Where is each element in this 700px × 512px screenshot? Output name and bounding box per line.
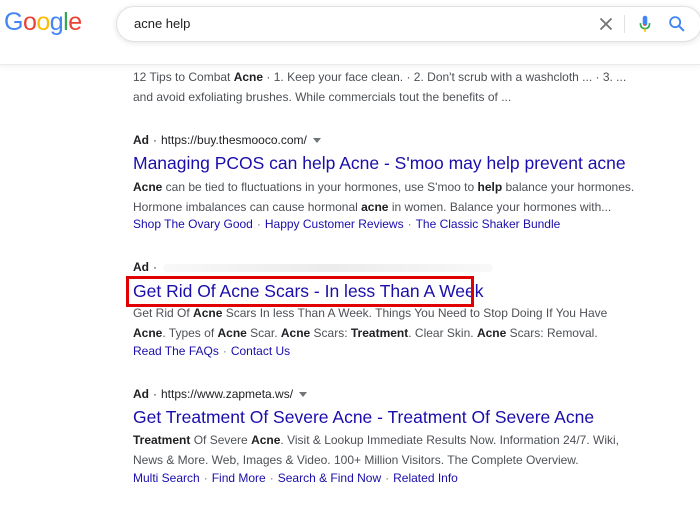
ad-url-line: Ad · https://buy.thesmooco.com/ bbox=[133, 132, 321, 148]
separator-dot: · bbox=[256, 217, 261, 231]
snippet-line: 12 Tips to Combat Acne · 1. Keep your fa… bbox=[133, 67, 693, 87]
ad-label: Ad bbox=[133, 133, 149, 147]
search-icon[interactable] bbox=[666, 13, 688, 35]
desc-text: Of Severe bbox=[190, 433, 252, 447]
desc-text: Scars: Removal. bbox=[506, 326, 598, 340]
desc-text: in women. Balance your hormones with... bbox=[388, 200, 612, 214]
logo-letter: g bbox=[49, 8, 64, 36]
separator-dot: · bbox=[269, 471, 274, 485]
sitelink[interactable]: Multi Search bbox=[133, 471, 200, 485]
desc-text: Hormone imbalances can cause hormonal bbox=[133, 200, 362, 214]
desc-bold: Acne bbox=[133, 326, 163, 340]
snippet-text: · 1. Keep your face clean. · 2. Don't sc… bbox=[263, 70, 627, 84]
ad-url[interactable]: https://buy.thesmooco.com/ bbox=[161, 133, 307, 147]
desc-bold: acne bbox=[361, 200, 389, 214]
logo-letter: e bbox=[68, 8, 82, 36]
sitelink[interactable]: Contact Us bbox=[231, 344, 290, 358]
microphone-icon[interactable] bbox=[634, 13, 656, 35]
desc-bold: Acne bbox=[280, 326, 311, 340]
desc-text: Get Rid Of bbox=[133, 306, 194, 320]
desc-text: Scar. bbox=[246, 326, 281, 340]
search-header: Google bbox=[0, 0, 700, 65]
desc-bold: help bbox=[477, 180, 503, 194]
desc-text: Scars In less Than A Week. Things You Ne… bbox=[222, 306, 608, 320]
result-snippet: 12 Tips to Combat Acne · 1. Keep your fa… bbox=[133, 67, 693, 107]
desc-line: Acne can be tied to fluctuations in your… bbox=[133, 177, 693, 197]
separator-dot: · bbox=[407, 217, 412, 231]
logo-letter: o bbox=[36, 8, 50, 36]
sitelink[interactable]: Related Info bbox=[393, 471, 458, 485]
sitelink[interactable]: The Classic Shaker Bundle bbox=[416, 217, 561, 231]
desc-bold: Treatment bbox=[133, 433, 191, 447]
ad-url-line: Ad · bbox=[133, 259, 493, 275]
desc-text: Scars: bbox=[310, 326, 351, 340]
desc-bold: Treatment bbox=[350, 326, 409, 340]
ad-description: Get Rid Of Acne Scars In less Than A Wee… bbox=[133, 303, 693, 343]
ad-label: Ad bbox=[133, 387, 149, 401]
sitelink[interactable]: Shop The Ovary Good bbox=[133, 217, 253, 231]
ad-title-link[interactable]: Get Treatment Of Severe Acne - Treatment… bbox=[133, 406, 594, 428]
ad-description: Acne can be tied to fluctuations in your… bbox=[133, 177, 693, 217]
logo-letter: G bbox=[4, 8, 23, 36]
snippet-text: 12 Tips to Combat bbox=[133, 70, 234, 84]
logo-letter: o bbox=[22, 8, 37, 36]
ad-description: Treatment Of Severe Acne. Visit & Lookup… bbox=[133, 430, 693, 470]
ad-url[interactable]: https://www.zapmeta.ws/ bbox=[161, 387, 293, 401]
desc-bold: Acne bbox=[133, 180, 163, 194]
highlight-box bbox=[126, 276, 474, 307]
separator-dot: · bbox=[385, 471, 390, 485]
ad-sitelinks: Shop The Ovary Good · Happy Customer Revie… bbox=[133, 215, 560, 233]
blurred-url bbox=[163, 263, 493, 272]
separator-dot: · bbox=[153, 260, 157, 274]
sitelink[interactable]: Find More bbox=[212, 471, 266, 485]
desc-text: . Clear Skin. bbox=[408, 326, 477, 340]
chevron-down-icon[interactable] bbox=[312, 138, 321, 144]
google-logo[interactable]: Google bbox=[4, 8, 82, 37]
desc-text: . Visit & Lookup Immediate Results Now. … bbox=[280, 433, 619, 447]
chevron-down-icon[interactable] bbox=[299, 392, 308, 398]
snippet-bold: Acne bbox=[233, 70, 264, 84]
desc-bold: Acne bbox=[193, 306, 223, 320]
ad-sitelinks: Read The FAQs · Contact Us bbox=[133, 342, 290, 360]
separator-dot: · bbox=[222, 344, 227, 358]
separator-dot: · bbox=[153, 387, 157, 401]
ad-label: Ad bbox=[133, 260, 149, 274]
desc-bold: Acne bbox=[217, 326, 247, 340]
sitelink[interactable]: Happy Customer Reviews bbox=[265, 217, 404, 231]
desc-text: . Types of bbox=[162, 326, 218, 340]
close-icon[interactable] bbox=[595, 13, 617, 35]
ad-sitelinks: Multi Search · Find More · Search & Find Now… bbox=[133, 469, 458, 487]
search-box bbox=[116, 6, 700, 42]
desc-text: balance your hormones. bbox=[502, 180, 635, 194]
desc-line: News & More. Web, Images & Video. 100+ M… bbox=[133, 453, 579, 467]
desc-line: Treatment Of Severe Acne. Visit & Lookup… bbox=[133, 430, 693, 450]
ad-url-line: Ad · https://www.zapmeta.ws/ bbox=[133, 386, 308, 402]
sitelink[interactable]: Search & Find Now bbox=[278, 471, 381, 485]
desc-bold: Acne bbox=[476, 326, 507, 340]
desc-line: Hormone imbalances can cause hormonal ac… bbox=[133, 197, 693, 217]
desc-bold: Acne bbox=[251, 433, 281, 447]
desc-text: can be tied to fluctuations in your horm… bbox=[162, 180, 478, 194]
search-input[interactable] bbox=[134, 13, 554, 33]
search-divider bbox=[624, 15, 625, 33]
separator-dot: · bbox=[203, 471, 208, 485]
sitelink[interactable]: Read The FAQs bbox=[133, 344, 219, 358]
desc-line: Acne. Types of Acne Scar. Acne Scars: Tr… bbox=[133, 323, 693, 343]
snippet-line: and avoid exfoliating brushes. While com… bbox=[133, 90, 512, 104]
separator-dot: · bbox=[153, 133, 157, 147]
ad-title-link[interactable]: Managing PCOS can help Acne - S'moo may … bbox=[133, 152, 626, 174]
